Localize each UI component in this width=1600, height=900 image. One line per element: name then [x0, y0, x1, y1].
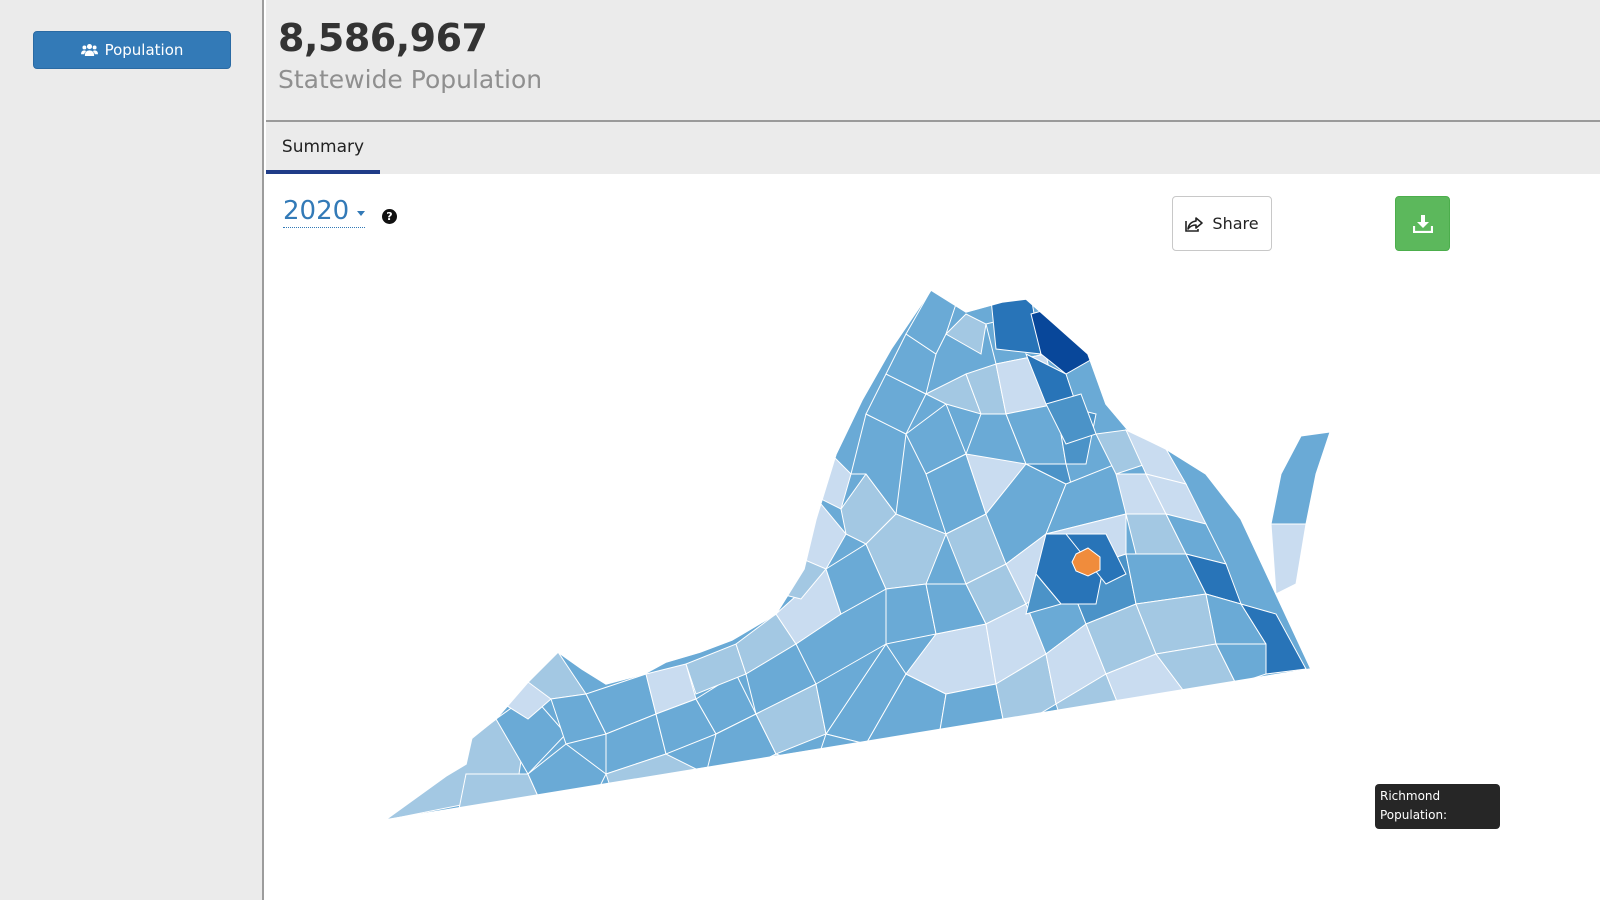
- share-icon: [1185, 216, 1204, 232]
- county-region[interactable]: [1055, 723, 1147, 775]
- county-region[interactable]: [1245, 668, 1316, 735]
- statewide-population-value: 8,586,967: [278, 16, 488, 60]
- page-header: 8,586,967 Statewide Population: [266, 0, 1600, 122]
- tooltip-population: Population: 229,074: [1380, 808, 1448, 841]
- users-icon: [80, 44, 98, 56]
- download-button[interactable]: [1395, 196, 1450, 251]
- share-button-label: Share: [1212, 214, 1259, 233]
- population-button-label: Population: [104, 41, 184, 59]
- county-region[interactable]: [935, 683, 1007, 755]
- statewide-population-label: Statewide Population: [278, 65, 543, 94]
- caret-down-icon: [357, 210, 366, 216]
- county-region[interactable]: [1125, 703, 1197, 775]
- map-tooltip: Richmond Population: 229,074: [1375, 784, 1500, 841]
- tab-summary[interactable]: Summary: [266, 122, 380, 174]
- share-button[interactable]: Share: [1172, 196, 1272, 251]
- county-region[interactable]: [935, 733, 1007, 815]
- download-icon: [1412, 215, 1433, 233]
- county-region[interactable]: [1185, 688, 1247, 755]
- sidebar: Population: [0, 0, 264, 900]
- tooltip-county-name: Richmond: [1380, 789, 1441, 803]
- eastern-shore-region[interactable]: [1270, 523, 1307, 595]
- tab-bar: Summary: [266, 122, 1600, 174]
- question-circle-icon[interactable]: ?: [382, 209, 397, 224]
- year-dropdown[interactable]: 2020: [283, 196, 366, 228]
- county-region[interactable]: [865, 743, 947, 815]
- year-value: 2020: [283, 196, 350, 226]
- content-panel: 2020 ? Share Richmond Population: 229,07…: [266, 174, 1600, 900]
- county-region[interactable]: [985, 733, 1067, 795]
- population-button[interactable]: Population: [33, 31, 231, 69]
